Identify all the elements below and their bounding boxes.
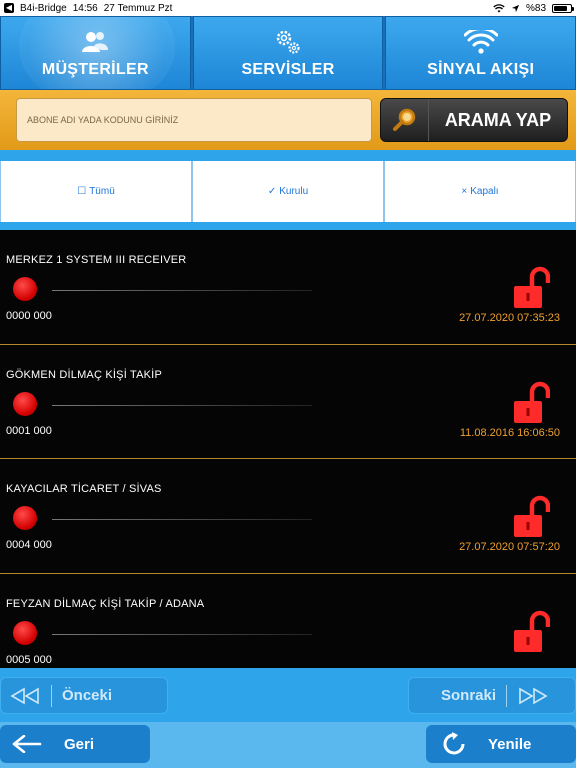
refresh-label: Yenile [488,735,532,753]
divider-line [52,519,312,520]
double-chevron-right-icon [519,687,548,704]
customer-code: 0000 000 [6,310,52,322]
tab-customers-label: MÜŞTERİLER [41,61,149,78]
customer-list[interactable]: MERKEZ 1 SYSTEM III RECEIVER 0000 000 27… [0,230,576,668]
previous-page-button[interactable]: Önceki [0,677,168,714]
wifi-icon [463,29,498,55]
tab-services-label: SERVİSLER [241,61,335,78]
wifi-status-icon [493,3,505,12]
customer-code: 0005 000 [6,653,52,666]
filter-all[interactable]: ☐ Tümü [0,161,192,222]
search-bar: ARAMA YAP [0,90,576,150]
filter-installed-label: Kurulu [279,186,309,197]
customer-name: KAYACILAR TİCARET / SİVAS [6,483,162,495]
last-signal-date: 11.08.2016 16:06:50 [459,426,560,439]
last-signal-date: 27.07.2020 07:35:23 [459,312,560,324]
users-icon [81,29,109,55]
status-date: 27 Temmuz Pzt [103,2,173,14]
list-item[interactable]: FEYZAN DİLMAÇ KİŞİ TAKİP / ADANA 0005 00… [0,573,576,668]
separator [506,684,508,707]
status-right: %83 [493,2,574,14]
back-button[interactable]: Geri [0,725,150,763]
filter-closed[interactable]: × Kapalı [384,161,576,222]
tab-customers[interactable]: MÜŞTERİLER [0,16,191,90]
customer-code: 0004 000 [6,539,52,551]
unlocked-padlock-icon [514,381,550,423]
refresh-button[interactable]: Yenile [426,725,576,763]
customer-name: GÖKMEN DİLMAÇ KİŞİ TAKİP [6,368,162,381]
tab-signal-flow-label: SİNYAL AKIŞI [427,61,535,78]
search-button[interactable]: ARAMA YAP [380,98,568,142]
battery-icon [552,3,574,13]
status-dot-icon [13,391,37,416]
customer-name: FEYZAN DİLMAÇ KİŞİ TAKİP / ADANA [6,597,205,610]
divider-line [52,404,312,406]
separator [51,684,52,707]
filter-tabs: ☐ Tümü ✓ Kurulu × Kapalı [0,161,576,222]
check-icon: ✓ [267,186,277,197]
customer-code: 0001 000 [6,424,52,437]
location-arrow-icon [511,4,520,12]
next-page-label: Sonraki [441,687,497,704]
list-item[interactable]: KAYACILAR TİCARET / SİVAS 0004 000 27.07… [0,459,576,574]
double-chevron-left-icon [10,687,39,704]
bottom-nav: Geri Yenile [0,722,576,768]
list-item[interactable]: GÖKMEN DİLMAÇ KİŞİ TAKİP 0001 000 11.08.… [0,344,576,459]
back-app-label[interactable]: B4i-Bridge [20,3,67,14]
search-button-label: ARAMA YAP [444,109,552,130]
battery-percent: %83 [525,2,546,14]
status-bar: ◀ B4i-Bridge 14:56 27 Temmuz Pzt %83 [0,0,576,16]
status-dot-icon [13,277,37,301]
unlocked-padlock-icon [514,266,550,308]
filter-closed-label: Kapalı [470,186,499,197]
divider-line [52,290,312,291]
search-input[interactable] [16,98,372,142]
cross-icon: × [461,186,468,197]
pager: Önceki Sonraki [0,668,576,722]
status-dot-icon [13,620,37,645]
list-item[interactable]: MERKEZ 1 SYSTEM III RECEIVER 0000 000 27… [0,230,576,345]
back-label: Geri [64,735,95,753]
back-to-app-icon[interactable]: ◀ [4,3,14,13]
unlocked-padlock-icon [514,610,550,652]
refresh-icon [443,732,465,755]
checkbox-icon: ☐ [77,186,87,197]
status-dot-icon [13,506,37,530]
tab-signal-flow[interactable]: SİNYAL AKIŞI [385,16,576,90]
last-signal-date: 27.07.2020 07:57:20 [459,541,560,553]
tab-services[interactable]: SERVİSLER [192,16,384,90]
next-page-button[interactable]: Sonraki [408,677,576,714]
status-left: ◀ B4i-Bridge 14:56 27 Temmuz Pzt [4,3,172,14]
magnifier-icon [381,99,429,141]
arrow-left-icon [12,735,42,753]
unlocked-padlock-icon [514,495,550,537]
customer-name: MERKEZ 1 SYSTEM III RECEIVER [6,254,187,266]
filter-installed[interactable]: ✓ Kurulu [192,161,384,222]
divider-line [52,633,312,635]
main-tabs: MÜŞTERİLER SERVİSLER SİNYAL AKIŞI [0,16,576,90]
status-time: 14:56 [72,2,98,14]
gears-icon [274,29,302,55]
filter-all-label: Tümü [89,186,115,197]
previous-page-label: Önceki [62,687,113,704]
